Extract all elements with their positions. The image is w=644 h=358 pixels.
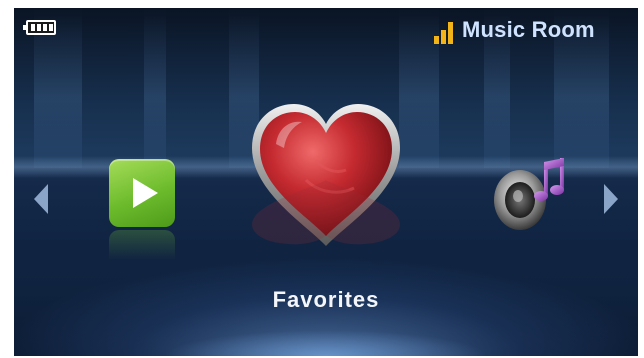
- play-icon[interactable]: [109, 159, 175, 227]
- speaker-music-icon[interactable]: [482, 148, 582, 238]
- bottom-glow: [164, 330, 488, 356]
- arrow-left-icon[interactable]: [34, 184, 48, 214]
- screen-title: Music Room: [462, 17, 595, 42]
- arrow-right-icon[interactable]: [604, 184, 618, 214]
- heart-reflection: [252, 180, 400, 245]
- selected-item-label: Favorites: [272, 287, 380, 312]
- signal-bars-icon: [434, 22, 456, 44]
- music-player-screen: Music Room Favorites: [14, 8, 638, 356]
- battery-full-icon: [23, 20, 56, 35]
- play-reflection: [109, 230, 175, 260]
